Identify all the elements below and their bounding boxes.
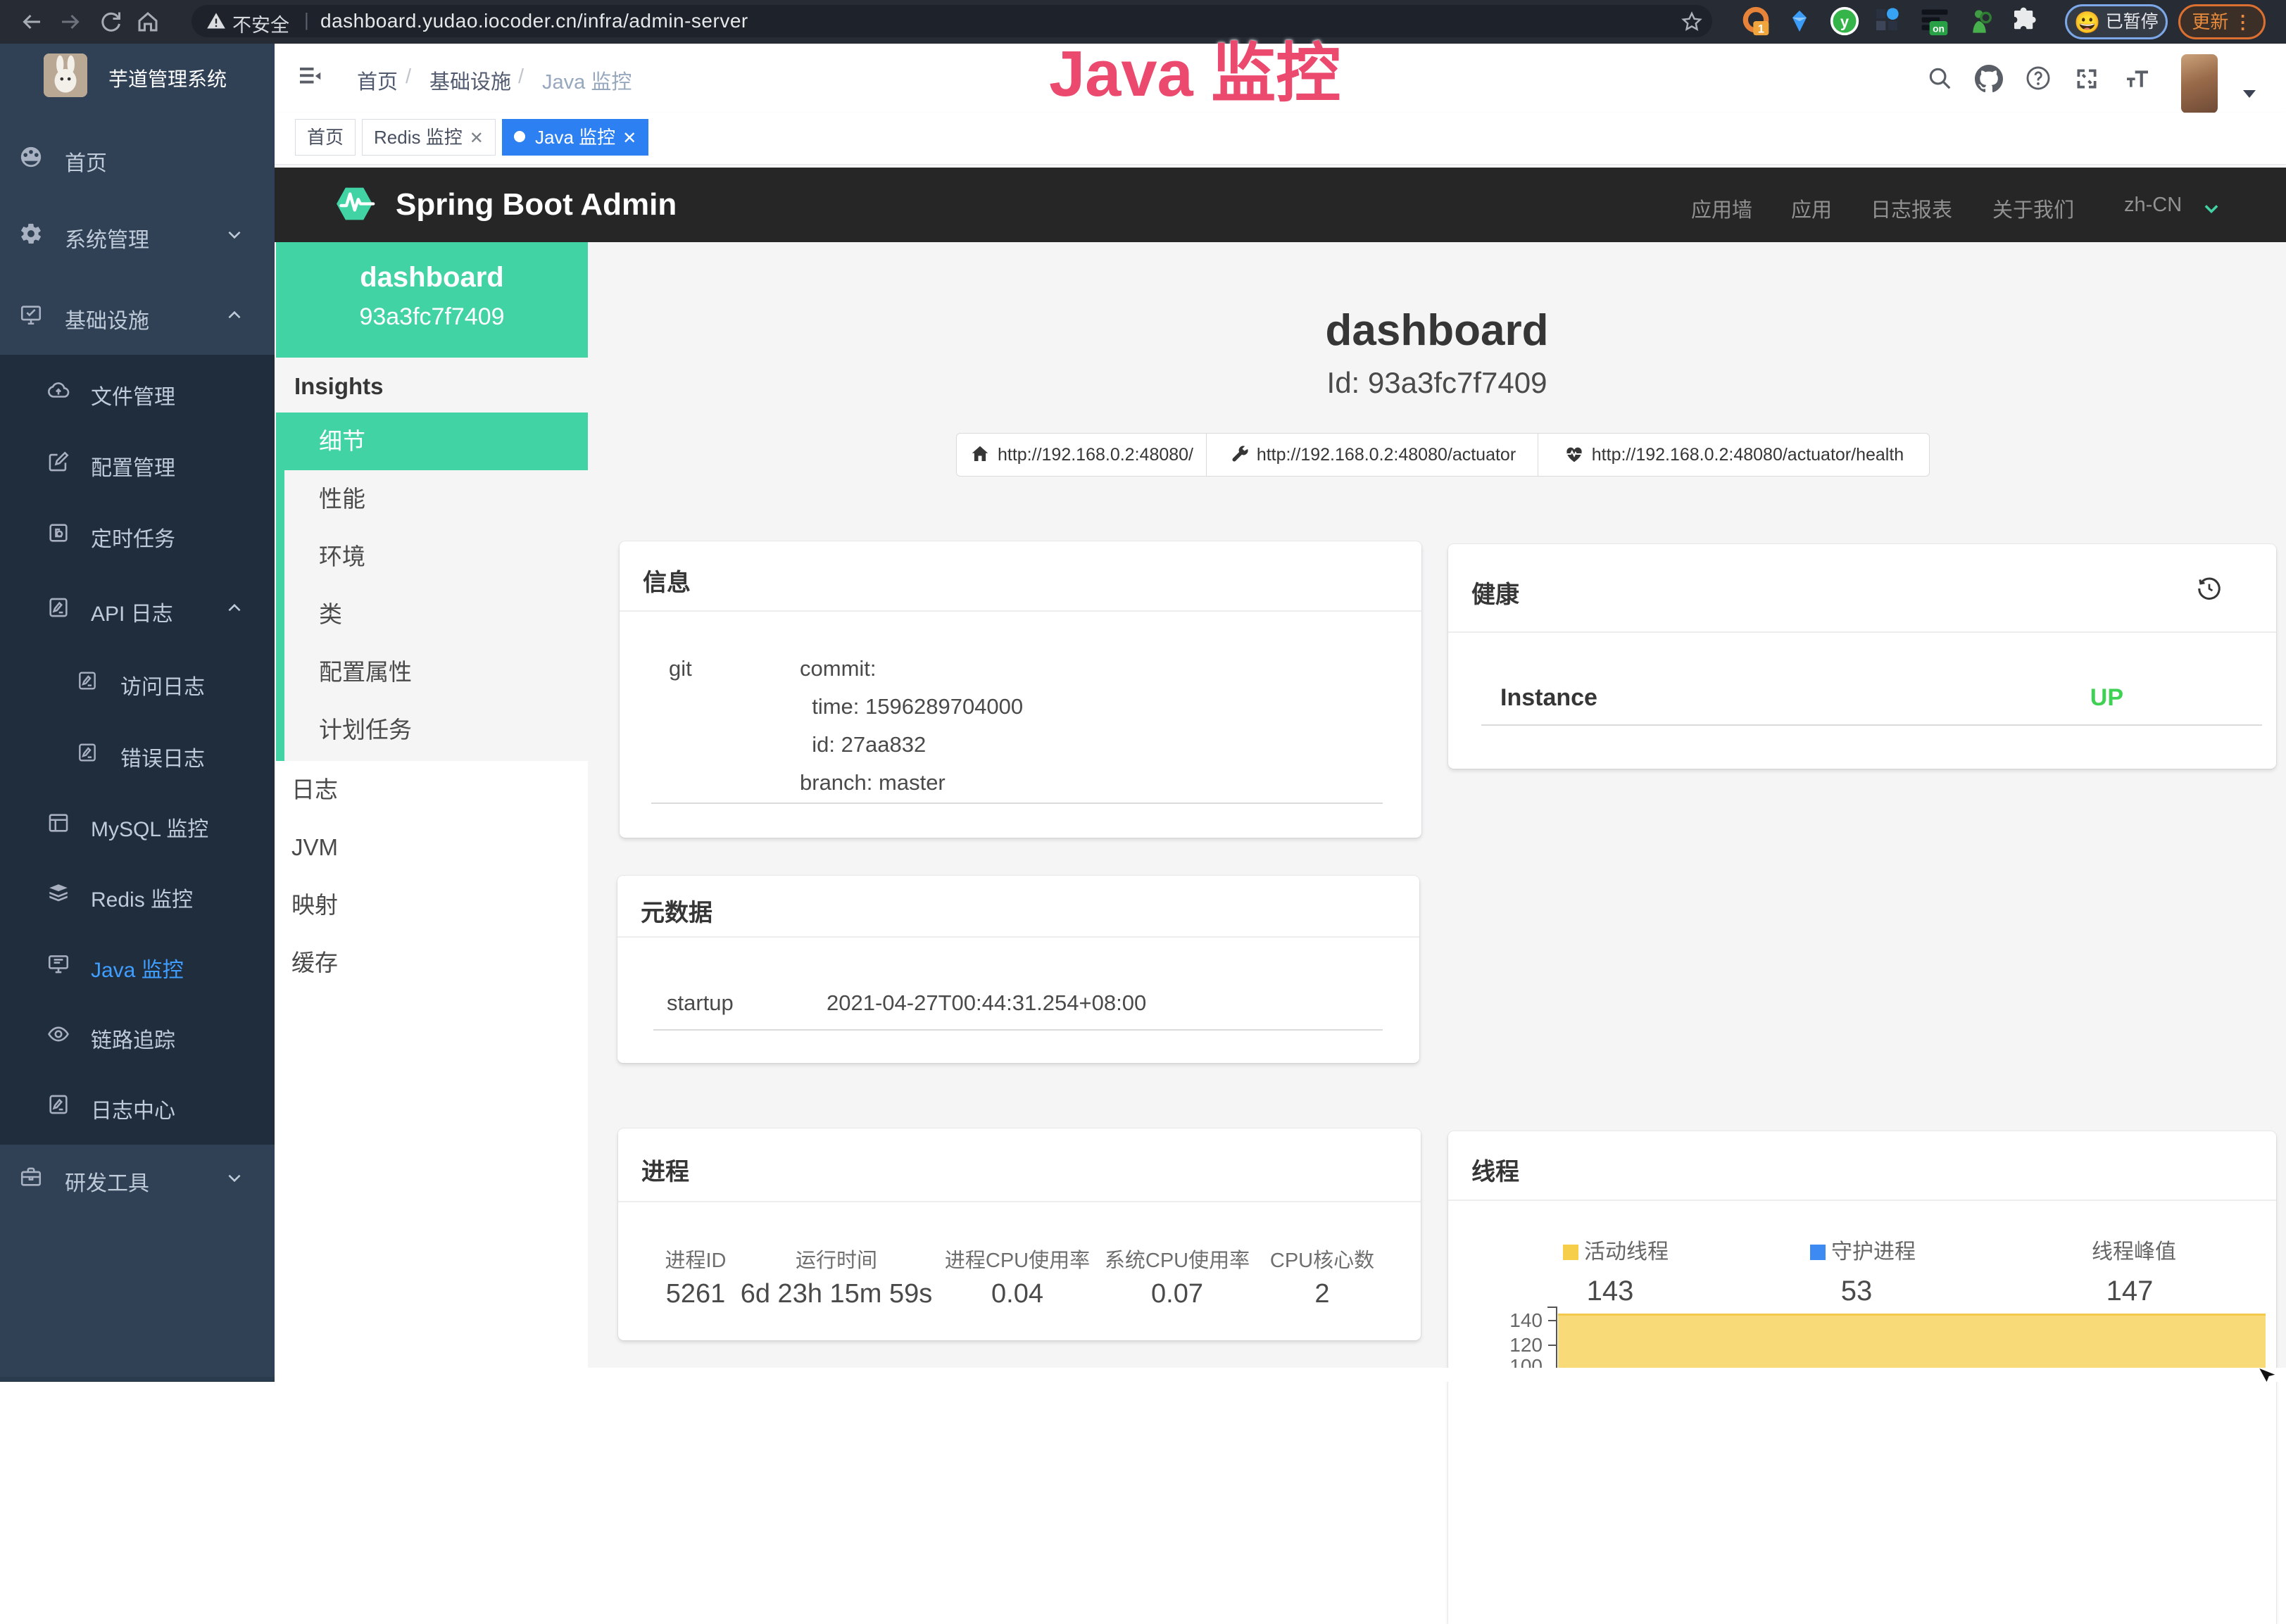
svg-text:1: 1 <box>1758 23 1764 36</box>
svg-text:y: y <box>1840 13 1849 30</box>
svg-text:on: on <box>1933 24 1945 34</box>
